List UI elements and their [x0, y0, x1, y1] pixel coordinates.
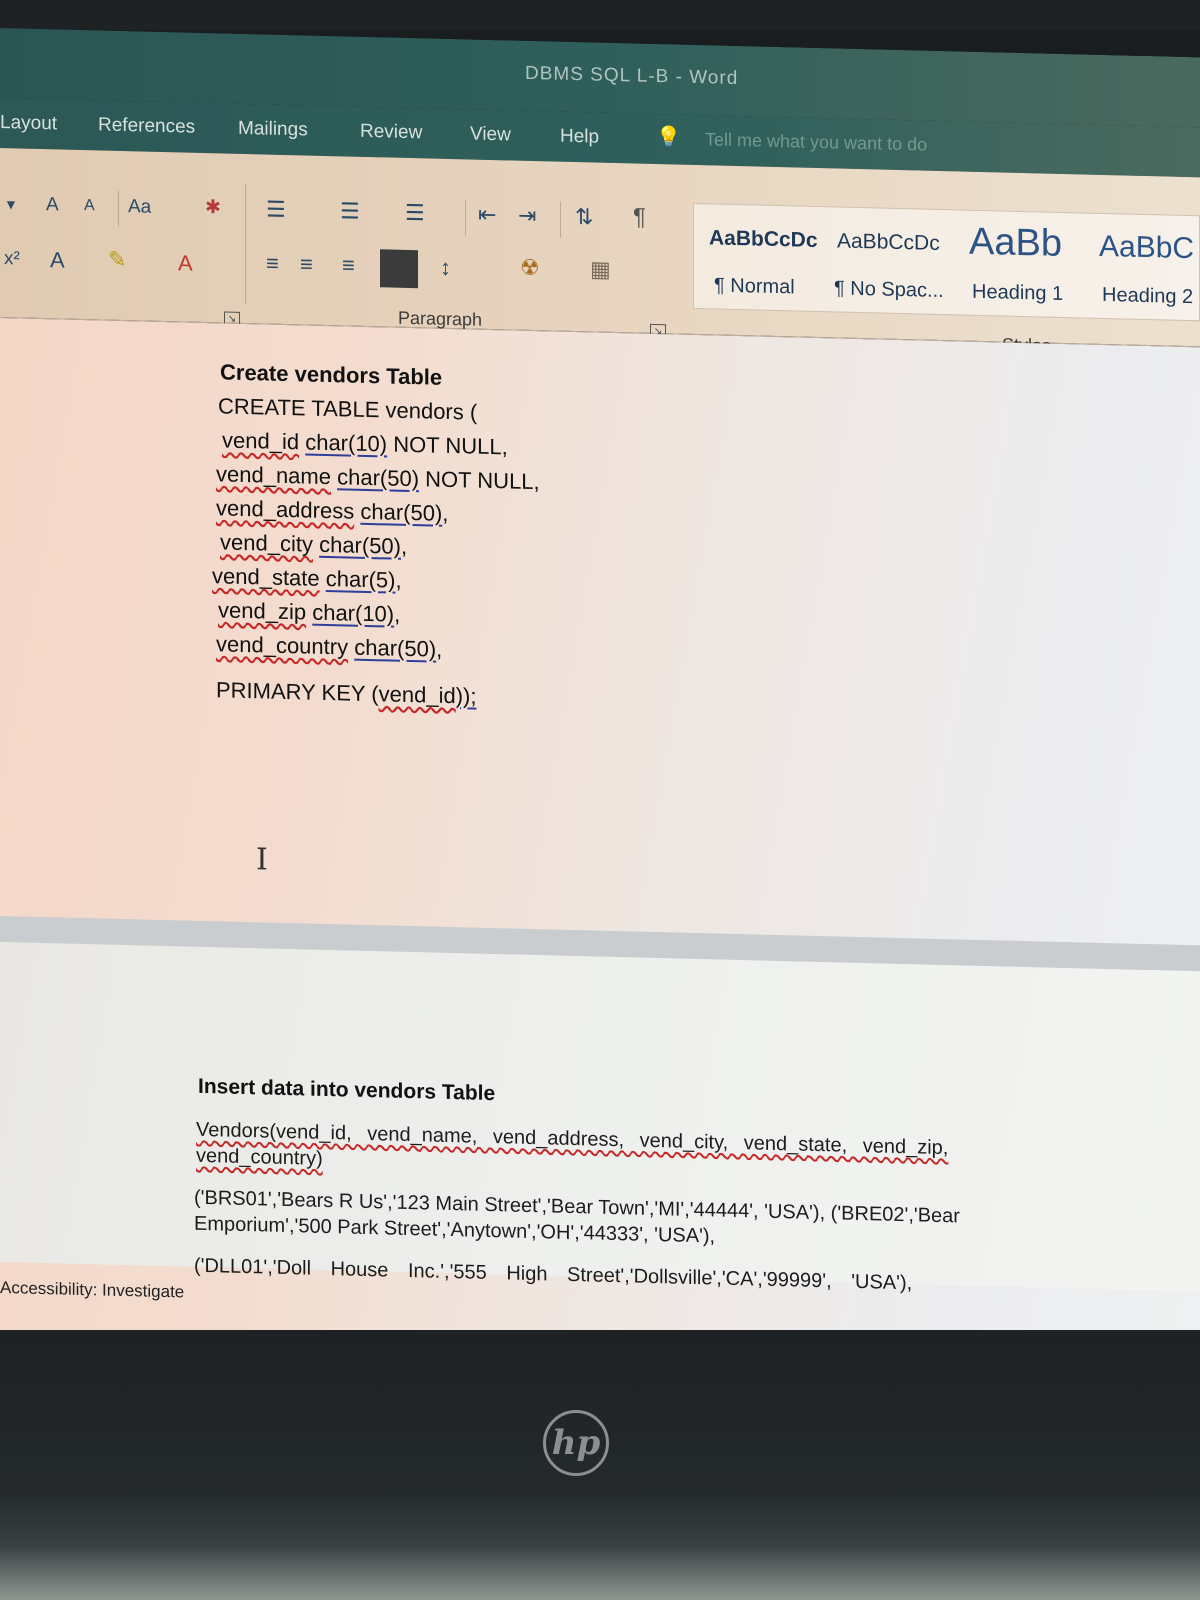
align-center-icon[interactable]: ≡ [300, 251, 313, 277]
sort-icon[interactable]: ⇅ [575, 204, 593, 230]
borders-icon[interactable]: ▦ [590, 256, 611, 283]
column-line: vend_name char(50) NOT NULL, [216, 461, 540, 495]
tab-layout[interactable]: Layout [0, 112, 57, 135]
insert-columns-line1: Vendors(vend_id, vend_name, vend_address… [196, 1118, 949, 1160]
column-suffix: , [394, 601, 401, 627]
insert-columns-line2: vend_country) [196, 1144, 323, 1170]
shading-icon[interactable]: ☢ [520, 255, 540, 281]
increase-indent-icon[interactable]: ⇥ [518, 203, 536, 229]
multilevel-list-icon[interactable]: ☰ [405, 200, 425, 226]
style-heading1-preview[interactable]: AaBb [969, 221, 1062, 266]
column-type: char(10) [312, 599, 395, 627]
style-normal-preview[interactable]: AaBbCcDc [709, 226, 818, 253]
style-normal[interactable]: ¶ Normal [714, 274, 795, 299]
column-line: vend_state char(5), [212, 563, 402, 594]
style-no-spacing[interactable]: ¶ No Spac... [834, 277, 944, 303]
column-name: vend_country [216, 631, 349, 660]
text-effects-button[interactable]: A [50, 247, 65, 273]
style-no-spacing-preview[interactable]: AaBbCcDc [837, 229, 940, 256]
create-statement: CREATE TABLE vendors ( [218, 393, 478, 425]
column-suffix: NOT NULL, [419, 466, 540, 495]
primary-key-line: PRIMARY KEY (vend_id)); [216, 677, 476, 709]
section1-heading: Create vendors Table [220, 359, 443, 390]
text-cursor-icon: I [256, 842, 268, 878]
decrease-indent-icon[interactable]: ⇤ [478, 202, 496, 228]
page-2: Insert data into vendors Table Vendors(v… [0, 942, 1200, 1294]
column-type: char(50) [354, 634, 437, 662]
column-name: vend_id [222, 427, 300, 455]
clear-formatting-icon[interactable]: ✱ [205, 196, 221, 219]
style-heading2-preview[interactable]: AaBbC [1099, 230, 1194, 266]
insert-values-1: ('BRS01','Bears R Us','123 Main Street',… [194, 1186, 960, 1248]
section2-heading: Insert data into vendors Table [198, 1074, 496, 1106]
column-suffix: , [436, 636, 443, 662]
bullets-icon[interactable]: ☰ [266, 197, 286, 223]
highlight-icon[interactable]: ✎ [108, 247, 126, 273]
tab-review[interactable]: Review [360, 121, 422, 145]
line-spacing-icon[interactable]: ↕ [440, 255, 451, 281]
tab-help[interactable]: Help [560, 126, 599, 149]
pk-prefix: PRIMARY KEY ( [216, 677, 379, 707]
laptop-bezel-top [0, 0, 1200, 30]
column-suffix: , [442, 500, 449, 526]
column-line: vend_country char(50), [216, 631, 442, 663]
align-left-icon[interactable]: ≡ [266, 251, 279, 277]
ribbon: ▼ A A Aa ✱ x² A ✎ A ↘ ☰ ☰ ☰ ⇤ ⇥ ⇅ ¶ ≡ ≡ … [0, 148, 1200, 356]
justify-icon[interactable] [380, 249, 418, 289]
style-heading2[interactable]: Heading 2 [1102, 284, 1193, 309]
font-color-button[interactable]: A [178, 250, 193, 276]
column-line: vend_address char(50), [216, 495, 448, 527]
pk-column: vend_id [378, 681, 456, 709]
word-window: DBMS SQL L-B - Word Layout References Ma… [0, 28, 1200, 1378]
tab-references[interactable]: References [98, 114, 195, 138]
column-name: vend_zip [218, 597, 307, 625]
column-line: vend_zip char(10), [218, 597, 400, 627]
document-area[interactable]: Create vendors Table CREATE TABLE vendor… [0, 318, 1200, 1378]
superscript-button[interactable]: x² [4, 248, 20, 270]
column-type: char(10) [305, 429, 388, 457]
column-name: vend_city [220, 529, 313, 557]
column-suffix: NOT NULL, [387, 431, 508, 460]
column-line: vend_id char(10) NOT NULL, [222, 427, 508, 460]
column-suffix: , [401, 533, 408, 559]
lightbulb-icon: 💡 [656, 126, 681, 149]
change-case-button[interactable]: Aa [128, 196, 151, 219]
numbering-icon[interactable]: ☰ [340, 198, 360, 224]
column-type: char(5) [325, 565, 396, 593]
grow-font-button[interactable]: A [46, 194, 59, 216]
tab-mailings[interactable]: Mailings [238, 118, 308, 142]
shrink-font-button[interactable]: A [84, 197, 95, 215]
pk-suffix: )); [455, 683, 477, 709]
column-name: vend_name [216, 461, 331, 490]
column-type: char(50) [337, 464, 420, 492]
styles-gallery: AaBbCcDc ¶ Normal AaBbCcDc ¶ No Spac... … [693, 202, 1200, 322]
column-type: char(50) [360, 498, 443, 526]
font-size-dropdown-icon[interactable]: ▼ [4, 196, 18, 212]
align-right-icon[interactable]: ≡ [342, 252, 355, 278]
show-formatting-icon[interactable]: ¶ [633, 203, 646, 231]
column-suffix: , [395, 567, 402, 593]
style-heading1[interactable]: Heading 1 [972, 281, 1063, 306]
column-name: vend_address [216, 495, 355, 524]
insert-columns: Vendors(vend_id, vend_name, vend_address… [196, 1117, 1056, 1190]
column-name: vend_state [212, 563, 320, 591]
window-title: DBMS SQL L-B - Word [525, 62, 739, 90]
hp-logo: hp [543, 1410, 609, 1476]
tell-me-search[interactable]: Tell me what you want to do [705, 129, 927, 155]
column-line: vend_city char(50), [220, 529, 407, 560]
column-type: char(50) [319, 531, 401, 559]
accessibility-status[interactable]: Accessibility: Investigate [0, 1278, 184, 1303]
laptop-bezel-bottom: hp [0, 1330, 1200, 1600]
tab-view[interactable]: View [470, 123, 511, 146]
